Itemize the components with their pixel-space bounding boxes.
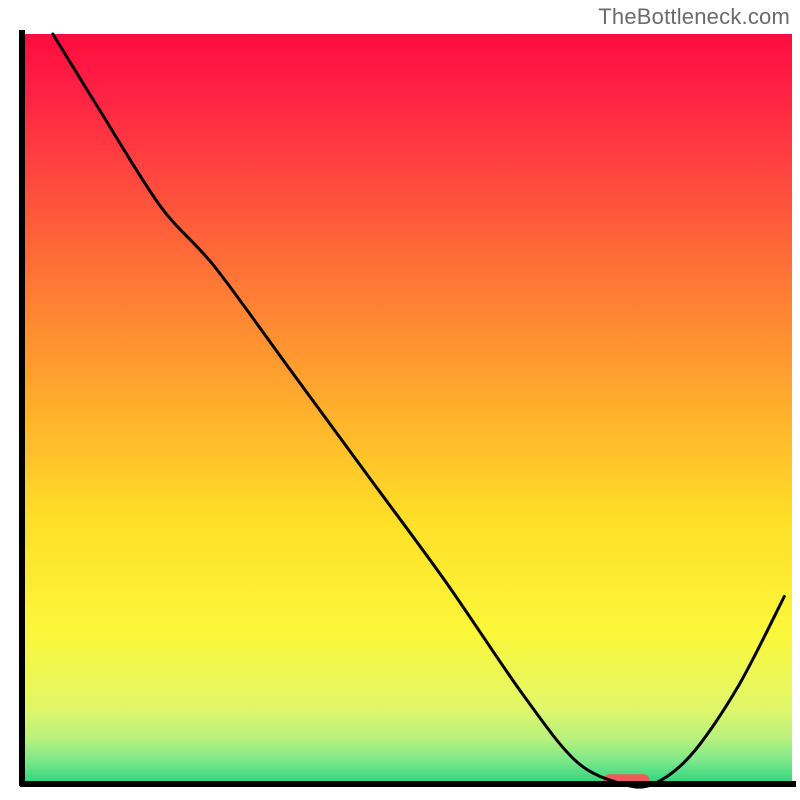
gradient-background [22, 34, 792, 784]
chart-container: TheBottleneck.com [0, 0, 800, 800]
bottleneck-chart [0, 0, 800, 800]
